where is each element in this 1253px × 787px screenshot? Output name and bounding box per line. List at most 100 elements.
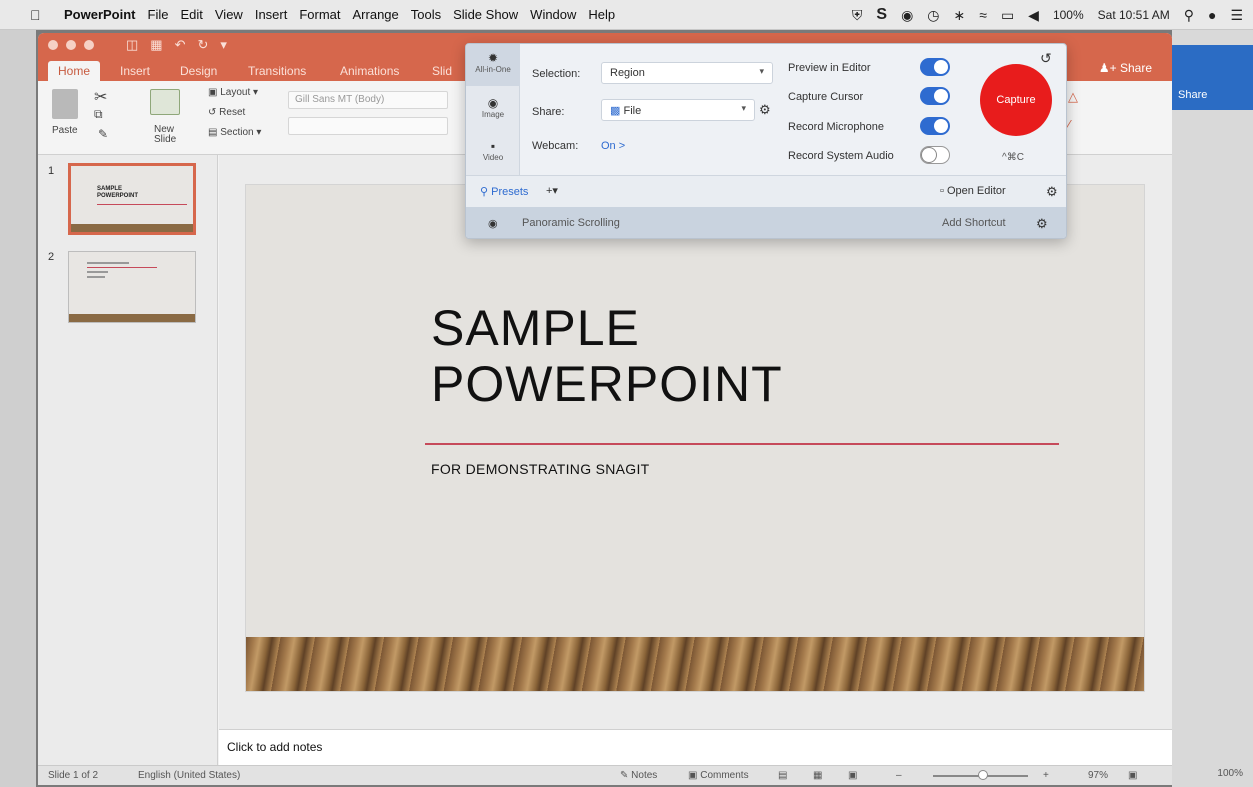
reset-label: Reset <box>219 107 246 118</box>
volume-icon[interactable]: ◀ <box>1028 7 1039 24</box>
language-indicator[interactable]: English (United States) <box>138 770 240 781</box>
share-button[interactable]: ♟+ Share <box>1099 61 1152 75</box>
mode-video[interactable]: ▪ Video <box>466 132 520 174</box>
menu-file[interactable]: File <box>148 7 169 22</box>
shape-outline-icon[interactable]: ∕ <box>1068 117 1094 135</box>
font-style-buttons[interactable] <box>288 117 448 135</box>
menu-format[interactable]: Format <box>299 7 340 22</box>
format-painter-icon[interactable]: ✎ <box>98 127 108 141</box>
shield-icon[interactable]: ⛨ <box>852 7 863 24</box>
mode-image[interactable]: ◉ Image <box>466 89 520 131</box>
app-menu[interactable]: PowerPoint <box>64 7 136 22</box>
sidebar-toggle-icon[interactable]: ◫ <box>126 37 138 53</box>
add-shortcut-link[interactable]: Add Shortcut <box>942 217 1006 229</box>
menu-insert[interactable]: Insert <box>255 7 288 22</box>
mode-all-in-one-label: All-in-One <box>475 65 511 74</box>
redo-icon[interactable]: ↻ <box>198 37 209 53</box>
siri-icon[interactable]: ● <box>1208 7 1216 23</box>
preset-gear-icon[interactable]: ⚙ <box>1036 216 1048 232</box>
tab-design[interactable]: Design <box>180 61 217 81</box>
undo-icon[interactable]: ↶ <box>175 37 186 53</box>
menu-edit[interactable]: Edit <box>180 7 202 22</box>
add-preset-icon[interactable]: +▾ <box>546 184 558 197</box>
paste-label[interactable]: Paste <box>52 125 78 136</box>
capture-cursor-toggle[interactable] <box>920 87 950 105</box>
airplay-icon[interactable]: ▭ <box>1001 7 1014 24</box>
slide-title[interactable]: SAMPLE POWERPOINT <box>431 300 783 412</box>
presets-button[interactable]: ⚲ Presets <box>480 185 528 198</box>
notes-toggle[interactable]: ✎ Notes <box>620 770 657 781</box>
zoom-in-icon[interactable]: + <box>1043 770 1049 781</box>
font-name-field[interactable]: Gill Sans MT (Body) <box>288 91 448 109</box>
slide-thumbnail-1[interactable]: SAMPLE POWERPOINT <box>68 163 196 235</box>
share-dropdown[interactable]: ▩ File ▾ <box>601 99 755 121</box>
preview-in-editor-toggle[interactable] <box>920 58 950 76</box>
current-slide[interactable]: SAMPLE POWERPOINT FOR DEMONSTRATING SNAG… <box>246 185 1144 691</box>
minimize-button[interactable] <box>66 40 76 50</box>
notification-center-icon[interactable]: ☰ <box>1230 7 1243 24</box>
open-editor-button[interactable]: ▫ Open Editor <box>940 185 1006 197</box>
record-system-audio-toggle[interactable] <box>920 146 950 164</box>
menu-tools[interactable]: Tools <box>411 7 441 22</box>
copy-icon[interactable]: ⧉ <box>94 107 103 122</box>
tab-insert[interactable]: Insert <box>120 61 150 81</box>
comments-toggle[interactable]: ▣ Comments <box>688 770 749 781</box>
capture-button[interactable]: Capture <box>980 64 1052 136</box>
zoom-out-icon[interactable]: – <box>896 770 902 781</box>
slide-sorter-icon[interactable]: ▦ <box>813 770 822 781</box>
cut-icon[interactable]: ✂ <box>94 87 107 107</box>
reset-icon[interactable]: ↺ <box>1040 50 1052 67</box>
preset-row[interactable]: ◉ Panoramic Scrolling Add Shortcut ⚙ <box>466 207 1066 238</box>
reading-view-icon[interactable]: ▣ <box>848 770 857 781</box>
globe-icon[interactable]: ◉ <box>901 7 913 24</box>
new-slide-icon[interactable] <box>150 89 180 115</box>
menu-view[interactable]: View <box>215 7 243 22</box>
capture-cursor-label: Capture Cursor <box>788 91 864 103</box>
share-settings-gear-icon[interactable]: ⚙ <box>759 102 771 118</box>
bluetooth-icon[interactable]: ∗ <box>954 7 966 24</box>
fit-to-window-icon[interactable]: ▣ <box>1128 770 1137 781</box>
section-button[interactable]: ▤ Section ▾ <box>208 127 261 138</box>
clock[interactable]: Sat 10:51 AM <box>1098 8 1170 22</box>
tab-transitions[interactable]: Transitions <box>248 61 306 81</box>
slide-subtitle[interactable]: FOR DEMONSTRATING SNAGIT <box>431 461 650 477</box>
wifi-icon[interactable]: ≈ <box>979 7 987 23</box>
zoom-slider-knob[interactable] <box>978 770 988 780</box>
preferences-gear-icon[interactable]: ⚙ <box>1046 184 1058 200</box>
thumbnail-text-lines <box>87 262 157 281</box>
paste-icon[interactable] <box>52 89 78 119</box>
new-slide-label[interactable]: New Slide <box>154 125 194 145</box>
battery-status[interactable]: 100% <box>1053 8 1084 22</box>
tab-animations[interactable]: Animations <box>340 61 399 81</box>
tab-home[interactable]: Home <box>48 61 101 81</box>
zoom-level[interactable]: 97% <box>1088 770 1108 781</box>
reset-button[interactable]: ↺ Reset <box>208 107 245 118</box>
slide-thumbnail-panel: 1 SAMPLE POWERPOINT 2 <box>38 155 218 765</box>
menu-slide-show[interactable]: Slide Show <box>453 7 518 22</box>
customize-dropdown-icon[interactable]: ▾ <box>220 37 227 53</box>
notes-pane[interactable]: Click to add notes <box>219 729 1172 765</box>
spotlight-icon[interactable]: ⚲ <box>1184 7 1194 24</box>
video-camera-icon: ▪ <box>490 139 496 153</box>
mode-all-in-one[interactable]: ✹ All-in-One <box>466 44 520 86</box>
time-machine-icon[interactable]: ◷ <box>927 7 939 24</box>
slide-title-line-1: SAMPLE <box>431 300 640 356</box>
all-in-one-icon: ✹ <box>487 51 499 65</box>
save-icon[interactable]: ▦ <box>150 37 162 53</box>
tab-slideshow[interactable]: Slid <box>432 61 452 81</box>
shape-fill-icon[interactable]: △ <box>1068 89 1094 107</box>
menu-arrange[interactable]: Arrange <box>353 7 399 22</box>
record-microphone-toggle[interactable] <box>920 117 950 135</box>
apple-menu-icon[interactable]:  <box>30 7 50 23</box>
webcam-toggle-link[interactable]: On > <box>601 140 625 152</box>
selection-dropdown[interactable]: Region ▾ <box>601 62 773 84</box>
menu-help[interactable]: Help <box>588 7 615 22</box>
share-label: Share: <box>532 106 565 118</box>
zoom-button[interactable] <box>84 40 94 50</box>
menu-window[interactable]: Window <box>530 7 576 22</box>
slide-thumbnail-2[interactable] <box>68 251 196 323</box>
normal-view-icon[interactable]: ▤ <box>778 770 787 781</box>
close-button[interactable] <box>48 40 58 50</box>
layout-button[interactable]: ▣ Layout ▾ <box>208 87 258 98</box>
snagit-icon[interactable]: S <box>876 6 887 24</box>
